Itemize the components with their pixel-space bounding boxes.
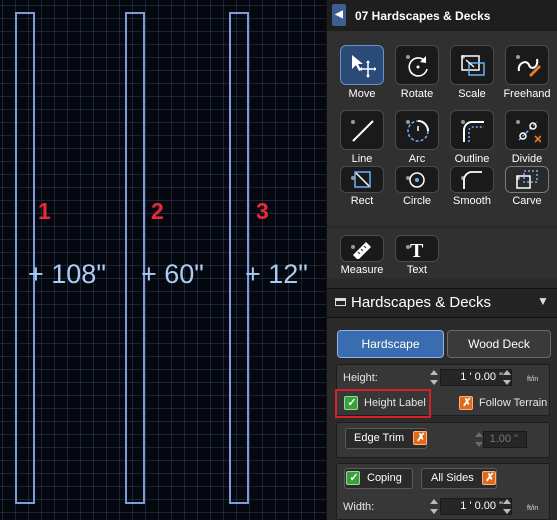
tool-label: Text	[406, 264, 428, 276]
tool-rotate[interactable]: Rotate	[389, 40, 443, 103]
tool-label: Scale	[458, 88, 486, 100]
tool-label: Freehand	[503, 88, 551, 100]
ruler-icon	[353, 242, 371, 259]
region-number: 1	[38, 198, 51, 224]
tool-freehand[interactable]: Freehand	[499, 40, 553, 103]
outline-icon	[463, 121, 484, 142]
width-inch-spinner[interactable]	[503, 498, 511, 516]
tool-label: Smooth	[453, 195, 491, 207]
width-label-text: Width:	[343, 501, 375, 513]
unit-label: ft/in	[527, 376, 539, 383]
tool-panel: ◀ 07 Hardscapes & Decks Move Rotate Scal…	[326, 0, 557, 520]
back-arrow-icon[interactable]: ◀	[332, 4, 346, 26]
tab-wood-deck[interactable]: Wood Deck	[447, 330, 551, 358]
height-label: + 108"	[28, 259, 106, 289]
scale-icon	[461, 55, 485, 76]
follow-terrain-checkbox[interactable]: ✗	[459, 396, 473, 410]
tool-smooth[interactable]: Smooth	[444, 161, 498, 224]
tool-text[interactable]: T Text	[389, 230, 443, 293]
line-icon	[352, 120, 374, 142]
section-title: Hardscapes & Decks	[351, 294, 492, 311]
all-sides-checkbox[interactable]: ✗	[482, 471, 496, 485]
tool-label: Move	[348, 88, 376, 100]
drawing-canvas[interactable]: 1 2 3 + 108" + 60" + 12"	[0, 0, 326, 520]
rotate-icon	[408, 56, 428, 77]
tool-grid-secondary: Measure T Text	[327, 228, 557, 278]
region-rectangle[interactable]	[15, 12, 35, 504]
annotation-highlight-box	[335, 389, 431, 418]
panel-title: 07 Hardscapes & Decks	[355, 9, 491, 23]
rect-icon	[354, 171, 371, 188]
tool-label: Rotate	[400, 88, 434, 100]
height-label-text: Height:	[343, 372, 378, 384]
tool-label: Measure	[340, 264, 384, 276]
edge-trim-field[interactable]: 1.00 "	[483, 431, 527, 448]
panel-title-bar: ◀ 07 Hardscapes & Decks	[327, 0, 557, 32]
tool-label: Rect	[350, 195, 374, 207]
divide-icon	[518, 121, 541, 143]
chevron-down-icon[interactable]: ▼	[537, 294, 549, 308]
deck-icon	[335, 298, 346, 306]
tool-measure[interactable]: Measure	[334, 230, 388, 293]
tool-arc[interactable]: Arc	[389, 105, 443, 168]
text-icon: T	[410, 240, 424, 259]
smooth-icon	[463, 171, 482, 189]
height-inch-spinner[interactable]	[503, 369, 511, 387]
arc-icon	[407, 120, 429, 142]
move-icon	[352, 55, 376, 78]
height-field[interactable]: 1 ' 0.00 "	[440, 369, 512, 386]
tool-outline[interactable]: Outline	[444, 105, 498, 168]
carve-icon	[516, 170, 538, 189]
tool-grid: Move Rotate Scale Freehand Line Arc Outl…	[327, 31, 557, 225]
circle-icon	[409, 172, 425, 188]
height-spinner[interactable]	[430, 369, 438, 387]
all-sides-label: All Sides	[431, 472, 474, 484]
follow-terrain-text: Follow Terrain	[479, 397, 548, 409]
svg-text:T: T	[410, 240, 424, 259]
tool-move[interactable]: Move	[334, 40, 388, 103]
coping-checkbox[interactable]: ✓	[346, 471, 360, 485]
tab-hardscape[interactable]: Hardscape	[337, 330, 444, 358]
tool-label: Circle	[402, 195, 432, 207]
height-label: + 12"	[245, 259, 308, 289]
tool-line[interactable]: Line	[334, 105, 388, 168]
tool-circle[interactable]: Circle	[389, 161, 443, 224]
width-spinner[interactable]	[430, 498, 438, 516]
region-number: 2	[151, 198, 164, 224]
height-label: + 60"	[141, 259, 204, 289]
coping-label: Coping	[367, 472, 402, 484]
edge-trim-label: Edge Trim	[354, 432, 405, 444]
region-rectangle[interactable]	[125, 12, 145, 504]
width-field[interactable]: 1 ' 0.00 "	[440, 498, 512, 515]
region-rectangle[interactable]	[229, 12, 249, 504]
tool-carve[interactable]: Carve	[499, 161, 553, 224]
tool-scale[interactable]: Scale	[444, 40, 498, 103]
section-header[interactable]: Hardscapes & Decks ▼	[327, 288, 557, 318]
tool-label: Carve	[512, 195, 542, 207]
unit-label: ft/in	[527, 505, 539, 512]
tool-divide[interactable]: Divide	[499, 105, 553, 168]
edge-trim-checkbox[interactable]: ✗	[413, 431, 427, 445]
tool-rect[interactable]: Rect	[334, 161, 388, 224]
region-number: 3	[256, 198, 269, 224]
edge-trim-spinner[interactable]	[475, 431, 483, 449]
freehand-icon	[517, 58, 541, 77]
